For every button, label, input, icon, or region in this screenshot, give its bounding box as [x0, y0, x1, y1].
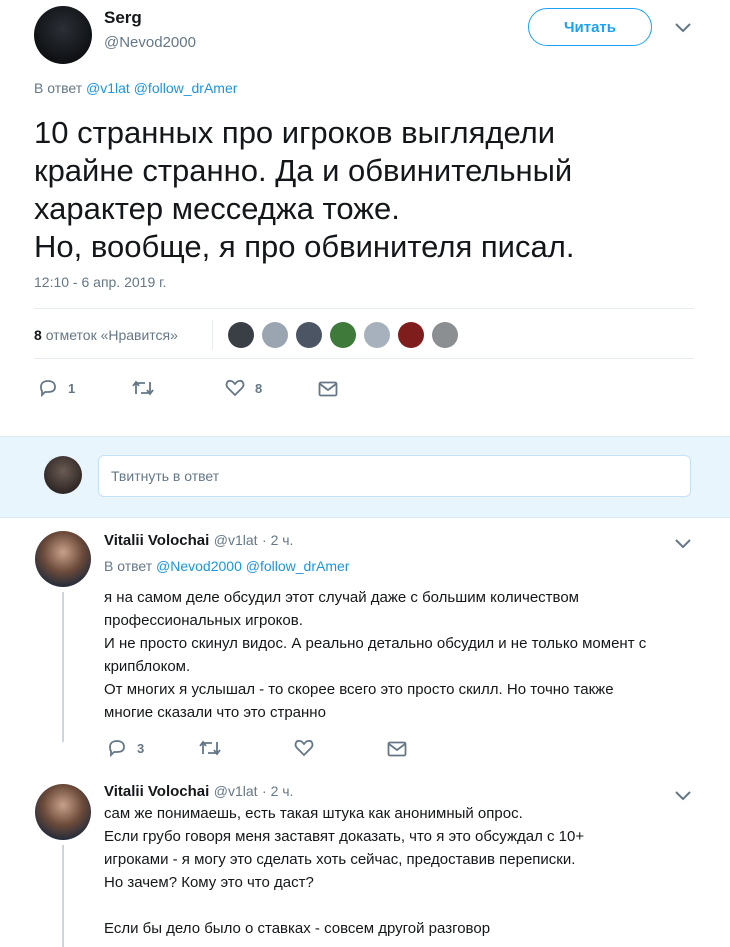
reply-text-line: Если грубо говоря меня заставят доказать…: [104, 828, 585, 845]
retweet-icon: [132, 380, 154, 396]
liker-avatar[interactable]: [330, 322, 356, 348]
reply-icon: [109, 740, 125, 757]
user-avatar[interactable]: [44, 456, 82, 494]
author-name[interactable]: Serg: [104, 8, 142, 28]
retweet-icon: [199, 740, 221, 756]
reply-prefix: В ответ: [104, 558, 153, 574]
reply-text-line: Но зачем? Кому это что даст?: [104, 874, 314, 891]
liker-avatar[interactable]: [432, 322, 458, 348]
likes-summary[interactable]: 8 отметок «Нравится»: [34, 327, 178, 343]
tweet-text: 10 странных про игроков выглядели крайне…: [34, 114, 574, 266]
retweet-action[interactable]: [199, 740, 221, 756]
reply-text-line: многие сказали что это странно: [104, 704, 326, 721]
reply-time[interactable]: · 2 ч.: [262, 783, 293, 799]
reply-text-line: я на самом деле обсудил этот случай даже…: [104, 589, 579, 606]
reply-text: я на самом деле обсудил этот случай даже…: [104, 586, 646, 724]
tweet-text-line: характер месседжа тоже.: [34, 191, 400, 226]
divider: [34, 358, 694, 359]
thread-line: [62, 845, 64, 947]
reply-icon: [40, 380, 56, 397]
chevron-down-icon[interactable]: [674, 790, 692, 802]
dm-action[interactable]: [318, 381, 338, 397]
reply-context: В ответ @Nevod2000 @follow_drAmer: [104, 558, 349, 574]
likes-count: 8: [34, 327, 42, 343]
tweet-text-line: Но, вообще, я про обвинителя писал.: [34, 229, 575, 264]
tweet-timestamp[interactable]: 12:10 - 6 апр. 2019 г.: [34, 274, 166, 290]
author-avatar[interactable]: [34, 6, 92, 64]
heart-icon: [225, 379, 245, 397]
envelope-icon: [318, 381, 338, 397]
reply-text-line: профессиональных игроков.: [104, 612, 303, 629]
reply-author-handle[interactable]: @v1lat: [214, 532, 258, 548]
liker-avatar[interactable]: [228, 322, 254, 348]
reply-text: сам же понимаешь, есть такая штука как а…: [104, 802, 584, 940]
author-handle[interactable]: @Nevod2000: [104, 34, 196, 51]
liker-avatar[interactable]: [262, 322, 288, 348]
reply-action[interactable]: 1: [38, 379, 75, 397]
reply-text-line: Если бы дело было о ставках - совсем дру…: [104, 920, 491, 937]
reply-header: Vitalii Volochai @v1lat · 2 ч.: [104, 532, 293, 550]
reply-text-line: сам же понимаешь, есть такая штука как а…: [104, 805, 523, 822]
mention-link[interactable]: @follow_drAmer: [134, 80, 238, 96]
follow-button[interactable]: Читать: [528, 8, 652, 46]
reply-header: Vitalii Volochai @v1lat · 2 ч.: [104, 783, 293, 801]
reply-time[interactable]: · 2 ч.: [262, 532, 293, 548]
reply-text-line: От многих я услышал - то скорее всего эт…: [104, 681, 614, 698]
reply-context: В ответ @v1lat @follow_drAmer: [34, 80, 237, 96]
reply-author-name[interactable]: Vitalii Volochai: [104, 532, 209, 549]
likes-label: отметок «Нравится»: [45, 327, 178, 343]
reply-author-name[interactable]: Vitalii Volochai: [104, 783, 209, 800]
reply-action[interactable]: 3: [107, 739, 144, 757]
mention-link[interactable]: @follow_drAmer: [246, 558, 350, 574]
tweet-text-line: крайне странно. Да и обвинительный: [34, 153, 573, 188]
reply-prefix: В ответ: [34, 80, 83, 96]
like-action[interactable]: [294, 739, 314, 757]
likers-avatars: [228, 322, 466, 348]
reply-author-avatar[interactable]: [35, 784, 91, 840]
divider: [34, 308, 694, 309]
heart-icon: [294, 739, 314, 757]
reply-text-line: игроками - я могу это сделать хоть сейча…: [104, 851, 576, 868]
reply-text-line: крипблоком.: [104, 658, 191, 675]
tweet-text-line: 10 странных про игроков выглядели: [34, 115, 556, 150]
reply-count: 3: [137, 740, 145, 756]
retweet-action[interactable]: [132, 380, 154, 396]
chevron-down-icon[interactable]: [674, 22, 692, 34]
reply-author-avatar[interactable]: [35, 531, 91, 587]
like-action[interactable]: 8: [225, 379, 262, 397]
thread-line: [62, 592, 64, 742]
reply-text-line: [104, 894, 584, 917]
liker-avatar[interactable]: [296, 322, 322, 348]
liker-avatar[interactable]: [398, 322, 424, 348]
like-count: 8: [255, 380, 263, 396]
reply-text-line: И не просто скинул видос. А реально дета…: [104, 635, 647, 652]
chevron-down-icon[interactable]: [674, 538, 692, 550]
dm-action[interactable]: [387, 741, 407, 757]
mention-link[interactable]: @Nevod2000: [156, 558, 242, 574]
divider: [212, 320, 213, 350]
reply-author-handle[interactable]: @v1lat: [214, 783, 258, 799]
envelope-icon: [387, 741, 407, 757]
reply-count: 1: [68, 380, 76, 396]
liker-avatar[interactable]: [364, 322, 390, 348]
reply-input[interactable]: Твитнуть в ответ: [98, 455, 691, 497]
mention-link[interactable]: @v1lat: [86, 80, 130, 96]
